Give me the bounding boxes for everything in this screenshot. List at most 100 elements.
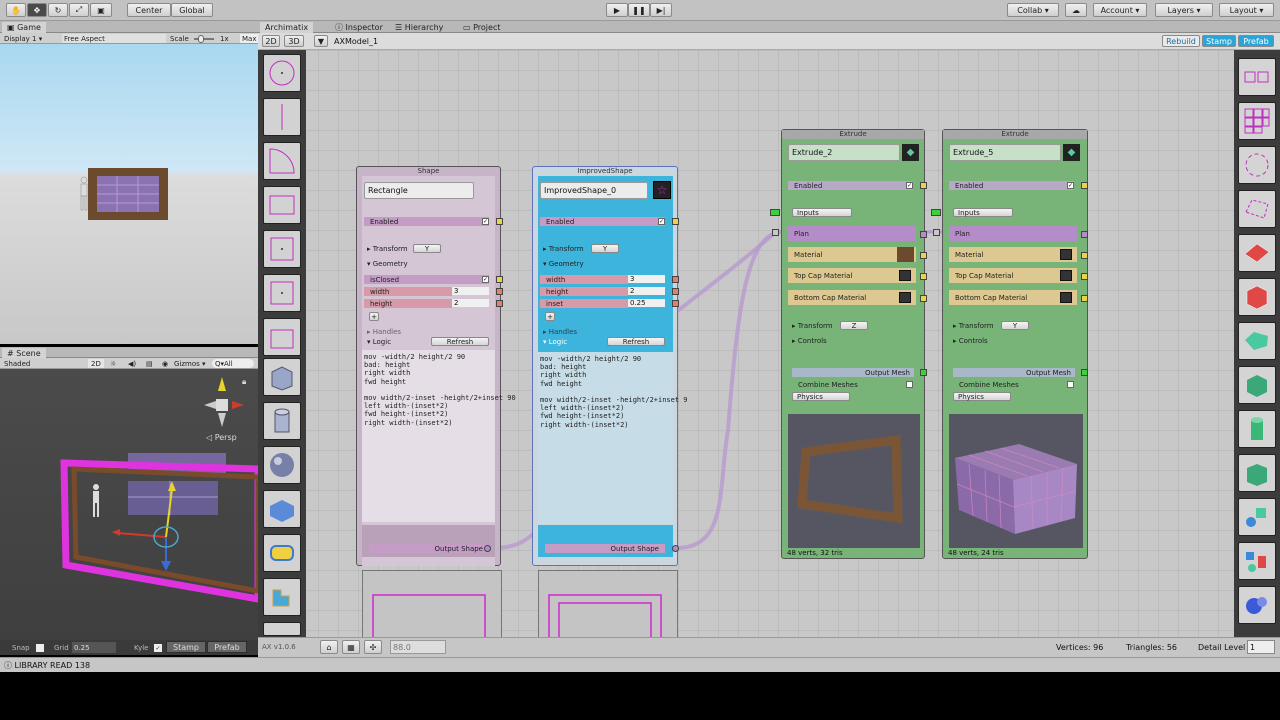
account-dropdown[interactable]: Account ▾ [1093, 3, 1147, 17]
move-tool-icon[interactable]: ✥ [27, 3, 47, 17]
extrude2-plan-out-port[interactable] [1081, 231, 1088, 238]
extrude2-plan-port[interactable] [933, 229, 940, 236]
shape-node[interactable]: Shape Rectangle Enabled ✓ ▸ Transform Y … [356, 166, 516, 566]
cylinder-green-icon[interactable] [1238, 410, 1276, 448]
scene-viewport[interactable]: ◁ Persp 🔒︎ [0, 369, 258, 640]
shape-param-isclosed[interactable]: isClosed [364, 275, 489, 284]
shape-width-port[interactable] [496, 288, 503, 295]
extrude1-transform-row[interactable]: ▸ Transform [786, 321, 833, 330]
extrude2-material-row[interactable]: Material [949, 247, 1077, 262]
material-swatch-icon[interactable] [899, 292, 911, 303]
arc-shape-icon[interactable] [263, 142, 301, 180]
ax-stamp-button[interactable]: Stamp [1202, 35, 1236, 47]
shape-isclosed-checkbox[interactable]: ✓ [482, 276, 489, 283]
improved-enabled-checkbox[interactable]: ✓ [658, 218, 665, 225]
extrude1-controls-row[interactable]: ▸ Controls [786, 336, 827, 345]
improved-output-port[interactable] [672, 545, 679, 552]
scatter-mesh-icon[interactable] [1238, 542, 1276, 580]
extrude2-inputs-button[interactable]: Inputs [953, 208, 1013, 217]
extrude2-plan-row[interactable]: Plan [949, 226, 1077, 241]
material-swatch-icon[interactable] [1060, 249, 1072, 260]
extrude1-inputs-button[interactable]: Inputs [792, 208, 852, 217]
play-button[interactable]: ▶ [606, 3, 628, 17]
blob-mesh-icon[interactable] [1238, 586, 1276, 624]
shape-handles-row[interactable]: ▸ Handles [361, 327, 401, 336]
plane-red-icon[interactable] [1238, 234, 1276, 272]
shape-output-row[interactable]: Output Shape [369, 544, 489, 553]
tool-icon-c[interactable]: ✣ [364, 640, 382, 654]
star-shape-icon[interactable]: ☆ [653, 181, 671, 199]
tool-icon-a[interactable]: ⌂ [320, 640, 338, 654]
rebuild-button[interactable]: Rebuild [1162, 35, 1200, 47]
gizmos-dropdown[interactable]: Gizmos ▾ [174, 359, 206, 368]
effects-icon[interactable]: ▤ [146, 359, 153, 368]
shape-refresh-button[interactable]: Refresh [431, 337, 489, 346]
square-center-shape-icon[interactable] [263, 274, 301, 312]
aspect-dropdown[interactable]: Free Aspect [62, 34, 166, 43]
extrude-node-2[interactable]: Extrude Extrude_5 ◆ Enabled ✓ Inputs Pla… [931, 129, 1088, 559]
scene-stamp-button[interactable]: Stamp [166, 641, 206, 653]
extrude-green-icon[interactable] [1238, 366, 1276, 404]
polygon-green-icon[interactable] [1238, 322, 1276, 360]
radial-repeat-icon[interactable] [1238, 146, 1276, 184]
shape-geometry-row[interactable]: ▾ Geometry [361, 259, 408, 268]
extrude2-transform-row[interactable]: ▸ Transform [947, 321, 994, 330]
material-swatch-icon[interactable] [1060, 270, 1072, 281]
hand-tool-icon[interactable]: ✋ [6, 3, 26, 17]
stairs-mesh-icon[interactable] [263, 578, 301, 616]
extrude1-enabled-port[interactable] [920, 182, 927, 189]
rotate-tool-icon[interactable]: ↻ [48, 3, 68, 17]
maximize-toggle[interactable]: Max [240, 34, 259, 43]
rect-tool-icon[interactable]: ▣ [90, 3, 112, 17]
shape-param-height[interactable]: height [364, 299, 452, 308]
circle-shape-icon[interactable] [263, 54, 301, 92]
shading-dropdown[interactable]: Shaded [4, 359, 82, 368]
extrude2-inputs-port[interactable] [931, 209, 941, 216]
material-swatch-icon[interactable] [1060, 292, 1072, 303]
grid-field[interactable]: 0.25 [72, 642, 116, 653]
extrude1-output-row[interactable]: Output Mesh [792, 368, 914, 377]
pivot-global-button[interactable]: Global [171, 3, 213, 17]
improved-param-width[interactable]: width [540, 275, 628, 284]
layout-dropdown[interactable]: Layout ▾ [1219, 3, 1274, 17]
improved-enabled-port[interactable] [672, 218, 679, 225]
shape-transform-axis[interactable]: Y [413, 244, 441, 253]
ax-2d-button[interactable]: 2D [262, 35, 280, 47]
shape-height-field[interactable]: 2 [452, 299, 489, 307]
improved-node-name[interactable]: ImprovedShape_0 [540, 182, 648, 199]
extrude2-output-row[interactable]: Output Mesh [953, 368, 1075, 377]
ax-prefab-button[interactable]: Prefab [1238, 35, 1274, 47]
extrude1-transform-axis[interactable]: Z [840, 321, 868, 330]
improved-width-field[interactable]: 3 [628, 275, 665, 283]
extrude1-physics-button[interactable]: Physics [792, 392, 850, 401]
extrude2-output-port[interactable] [1081, 369, 1088, 376]
shape-output-port[interactable] [484, 545, 491, 552]
extrude1-bottomcap-port[interactable] [920, 295, 927, 302]
square-shape-icon[interactable] [263, 230, 301, 268]
tab-archimatix[interactable]: Archimatix [260, 22, 314, 33]
improved-geometry-row[interactable]: ▾ Geometry [537, 259, 584, 268]
improved-param-inset[interactable]: inset [540, 299, 628, 308]
scene-search-input[interactable]: Q▾All [212, 359, 254, 368]
shape-enabled-port[interactable] [496, 218, 503, 225]
extrude1-enabled-checkbox[interactable]: ✓ [906, 182, 913, 189]
shape-height-port[interactable] [496, 300, 503, 307]
path-repeat-icon[interactable] [1238, 190, 1276, 228]
scene-cam-icon[interactable]: ◉ [162, 359, 168, 368]
grid-shapes-icon[interactable] [1238, 58, 1276, 96]
improved-refresh-button[interactable]: Refresh [607, 337, 665, 346]
extrude1-bottomcap-row[interactable]: Bottom Cap Material [788, 290, 916, 305]
lathe-green-icon[interactable] [1238, 454, 1276, 492]
shape-add-param-button[interactable]: + [369, 312, 379, 321]
box-red-icon[interactable] [1238, 278, 1276, 316]
line-shape-icon[interactable] [263, 98, 301, 136]
node-graph-canvas[interactable]: Shape Rectangle Enabled ✓ ▸ Transform Y … [258, 50, 1280, 637]
extrude-gem-icon[interactable]: ◆ [902, 144, 919, 161]
extrude1-plan-out-port[interactable] [920, 231, 927, 238]
improved-height-port[interactable] [672, 288, 679, 295]
kyle-checkbox[interactable]: ✓ [154, 644, 162, 652]
improved-handles-row[interactable]: ▸ Handles [537, 327, 577, 336]
shape-logic-row[interactable]: ▾ Logic [361, 337, 391, 346]
plane-mesh-icon[interactable] [263, 490, 301, 528]
ax-3d-button[interactable]: 3D [284, 35, 304, 47]
